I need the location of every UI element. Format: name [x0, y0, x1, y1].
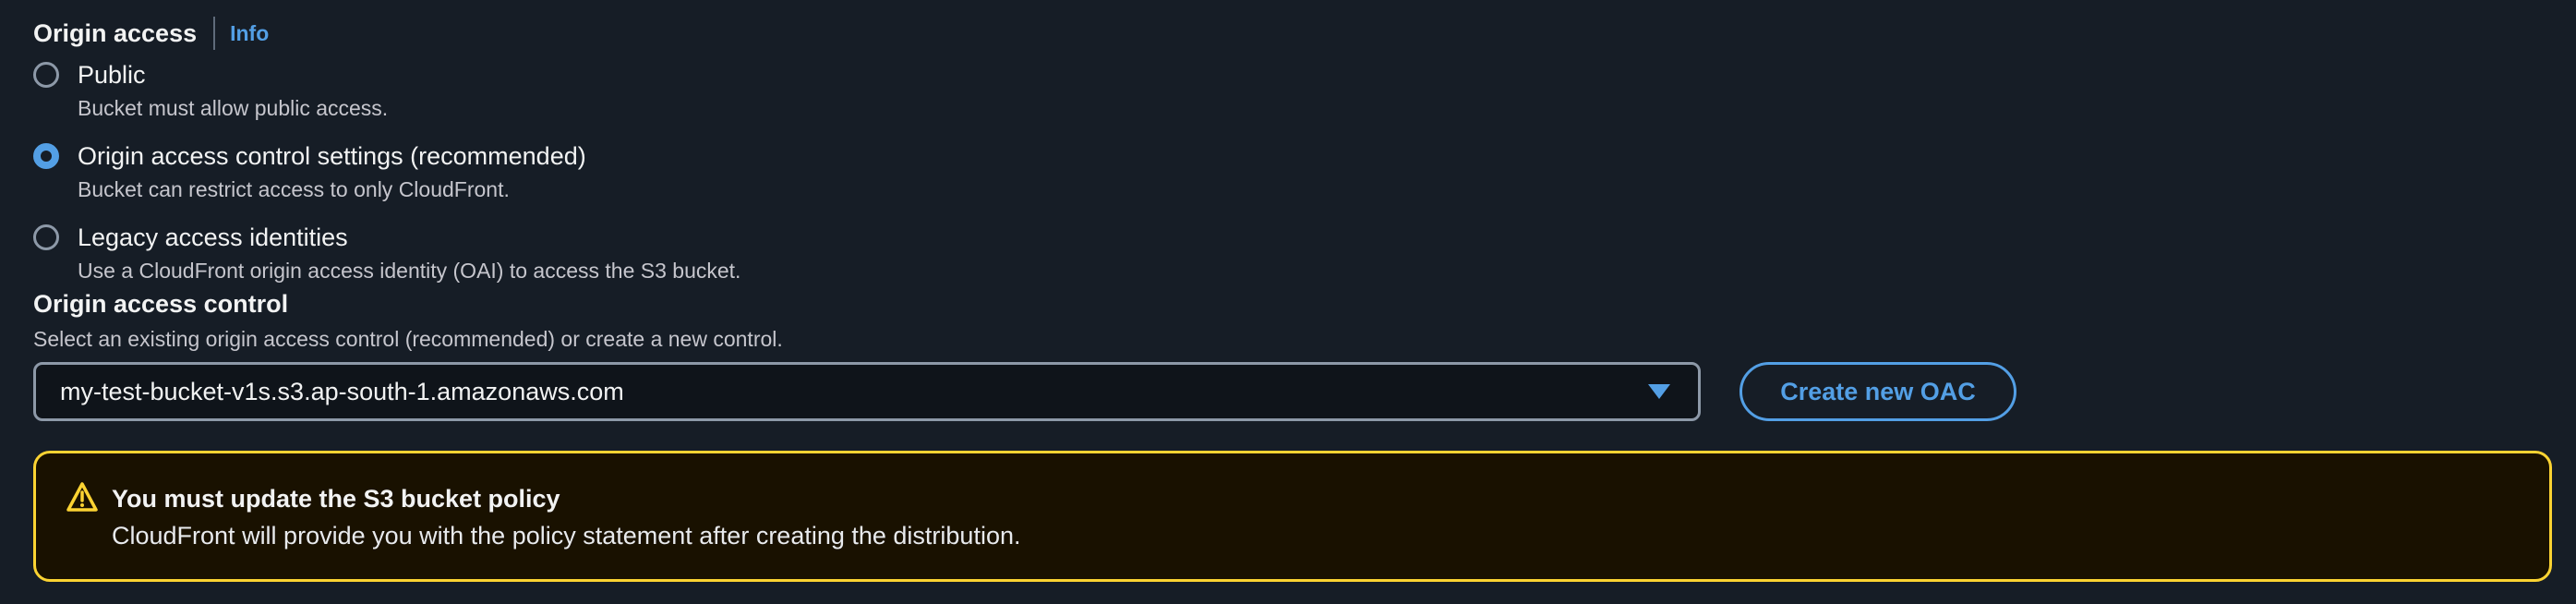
radio-text: Public Bucket must allow public access.	[78, 59, 388, 122]
radio-label-legacy[interactable]: Legacy access identities	[78, 222, 740, 253]
radio-text: Legacy access identities Use a CloudFron…	[78, 222, 740, 284]
oac-select-value: my-test-bucket-v1s.s3.ap-south-1.amazona…	[60, 377, 624, 405]
caret-down-icon	[1648, 384, 1670, 399]
radio-text: Origin access control settings (recommen…	[78, 140, 586, 203]
oac-field-label: Origin access control	[33, 290, 289, 318]
radio-description-legacy: Use a CloudFront origin access identity …	[78, 259, 741, 283]
alert-title: You must update the S3 bucket policy	[112, 485, 560, 513]
radio-label-oac[interactable]: Origin access control settings (recommen…	[78, 140, 586, 172]
oac-field-description: Select an existing origin access control…	[33, 327, 783, 351]
create-new-oac-button[interactable]: Create new OAC	[1739, 362, 2016, 421]
warning-alert: You must update the S3 bucket policy Clo…	[33, 451, 2552, 582]
radio-option-public[interactable]: Public Bucket must allow public access.	[33, 59, 388, 122]
radio-button-legacy[interactable]	[33, 224, 59, 250]
oac-select[interactable]: my-test-bucket-v1s.s3.ap-south-1.amazona…	[33, 362, 1701, 421]
radio-label-public[interactable]: Public	[78, 59, 388, 91]
section-header: Origin access Info	[33, 13, 269, 54]
origin-access-panel: Origin access Info Public Bucket must al…	[0, 0, 2576, 604]
alert-body: CloudFront will provide you with the pol…	[112, 522, 1021, 550]
radio-button-oac[interactable]	[33, 143, 59, 169]
warning-icon	[66, 482, 98, 512]
radio-option-oac[interactable]: Origin access control settings (recommen…	[33, 140, 586, 203]
radio-button-public[interactable]	[33, 62, 59, 88]
radio-option-legacy[interactable]: Legacy access identities Use a CloudFron…	[33, 222, 740, 284]
header-divider	[213, 17, 216, 50]
info-link[interactable]: Info	[230, 21, 269, 46]
radio-description-public: Bucket must allow public access.	[78, 96, 389, 120]
section-title: Origin access	[33, 18, 198, 47]
radio-description-oac: Bucket can restrict access to only Cloud…	[78, 177, 510, 201]
